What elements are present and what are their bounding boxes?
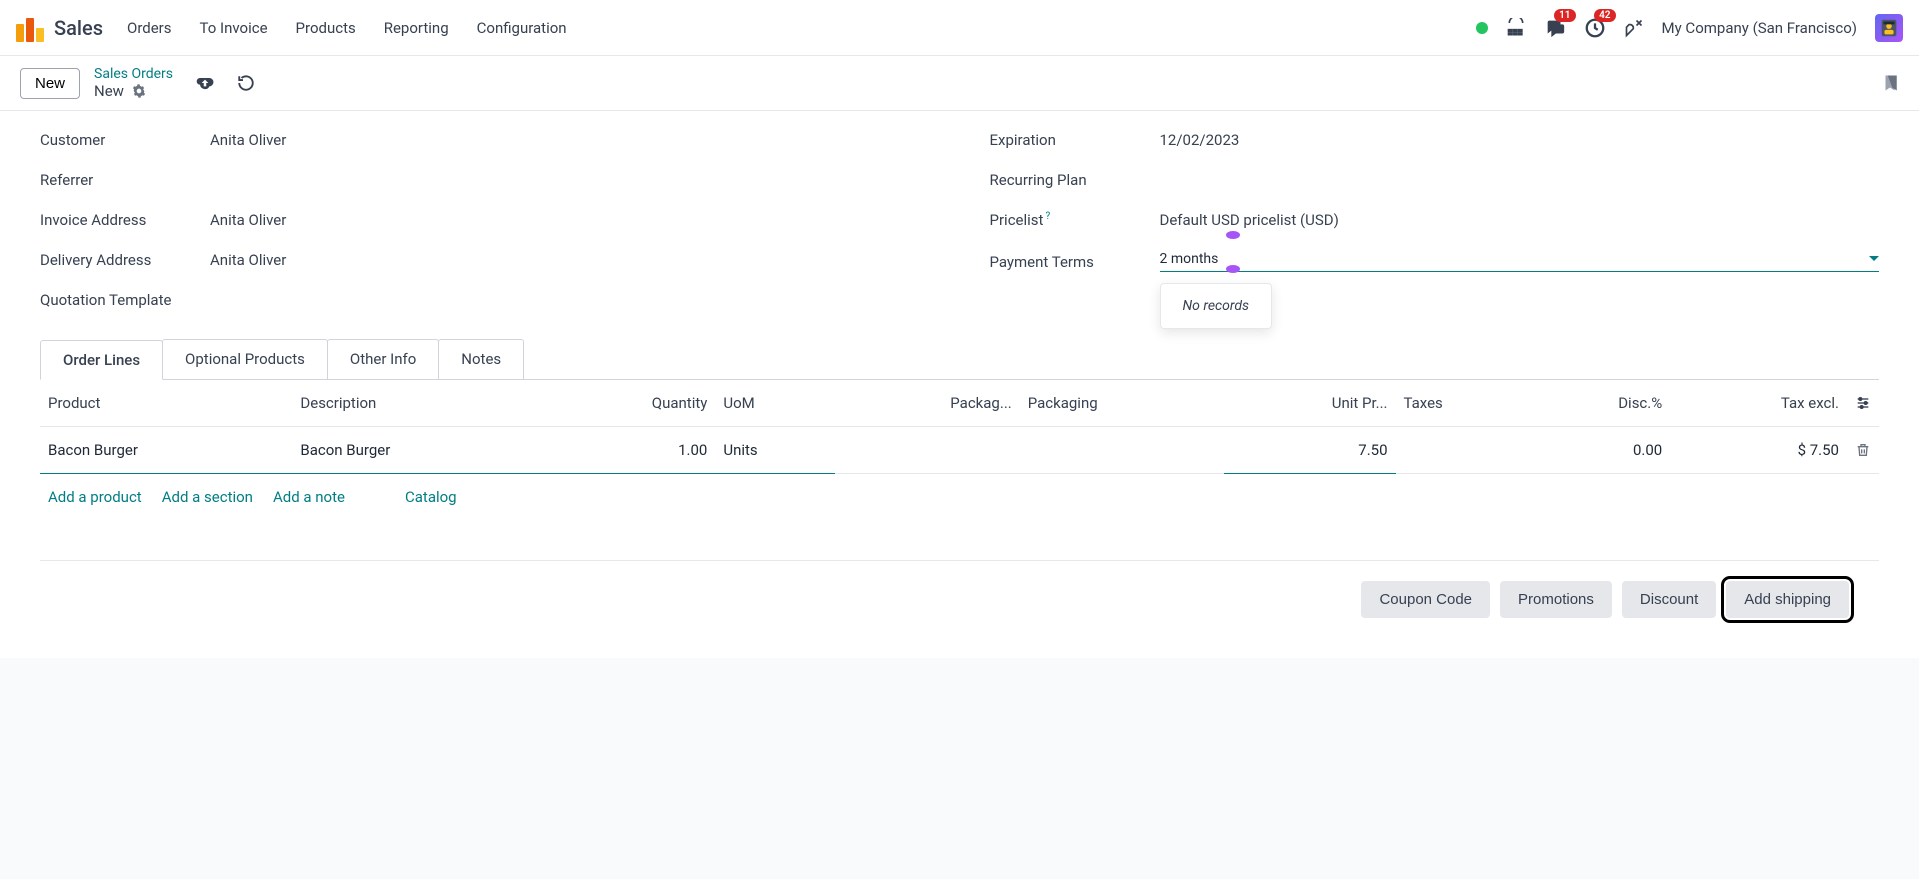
status-indicator[interactable] [1476,22,1488,34]
col-uom[interactable]: UoM [715,380,835,427]
discount-button[interactable]: Discount [1622,581,1716,618]
add-section-link[interactable]: Add a section [162,488,253,506]
company-selector[interactable]: My Company (San Francisco) [1662,19,1857,37]
messages-icon[interactable]: 11 [1544,17,1566,39]
expiration-value[interactable]: 12/02/2023 [1160,131,1880,149]
cell-quantity[interactable]: 1.00 [545,427,716,474]
form-right-col: Expiration 12/02/2023 Recurring Plan Pri… [990,131,1880,309]
quotation-template-label: Quotation Template [40,291,210,309]
delivery-address-value[interactable]: Anita Oliver [210,251,930,269]
catalog-link[interactable]: Catalog [405,488,457,506]
payment-terms-value: 2 months [1160,251,1219,267]
cell-packag[interactable] [835,427,1020,474]
topbar: Sales Orders To Invoice Products Reporti… [0,0,1919,56]
nav-menu: Orders To Invoice Products Reporting Con… [127,19,567,37]
cell-description[interactable]: Bacon Burger [292,427,544,474]
delivery-address-label: Delivery Address [40,251,210,269]
undo-icon[interactable] [237,74,255,92]
col-quantity[interactable]: Quantity [545,380,716,427]
dropdown-no-records: No records [1183,298,1250,314]
form-area: Customer Anita Oliver Referrer Invoice A… [0,111,1919,658]
col-taxes[interactable]: Taxes [1396,380,1528,427]
col-description[interactable]: Description [292,380,544,427]
payment-terms-dropdown[interactable]: No records [1160,283,1273,329]
col-settings-icon[interactable] [1847,380,1879,427]
pricelist-label: Pricelist? [990,211,1160,229]
invoice-address-label: Invoice Address [40,211,210,229]
decoration-icon [1226,231,1240,239]
col-product[interactable]: Product [40,380,292,427]
new-button[interactable]: New [20,68,80,99]
nav-to-invoice[interactable]: To Invoice [200,19,268,37]
order-lines-table: Product Description Quantity UoM Packag.… [40,380,1879,474]
customer-value[interactable]: Anita Oliver [210,131,930,149]
help-icon[interactable]: ? [1045,211,1050,222]
activities-icon[interactable]: 42 [1584,17,1606,39]
form-left-col: Customer Anita Oliver Referrer Invoice A… [40,131,930,309]
add-shipping-button[interactable]: Add shipping [1726,581,1849,618]
customer-label: Customer [40,131,210,149]
coupon-code-button[interactable]: Coupon Code [1361,581,1490,618]
cloud-save-icon[interactable] [195,73,215,93]
nav-orders[interactable]: Orders [127,19,172,37]
expiration-label: Expiration [990,131,1160,149]
app-name[interactable]: Sales [54,16,103,40]
cell-packaging[interactable] [1020,427,1225,474]
cell-unit-price[interactable]: 7.50 [1224,427,1395,474]
caret-down-icon [1869,254,1879,264]
tabs: Order Lines Optional Products Other Info… [40,339,1879,380]
table-row[interactable]: Bacon Burger Bacon Burger 1.00 Units 7.5… [40,427,1879,474]
bookmark-icon[interactable] [1881,72,1899,94]
nav-products[interactable]: Products [296,19,356,37]
tab-optional-products[interactable]: Optional Products [162,339,328,379]
tab-notes[interactable]: Notes [438,339,524,379]
cell-tax-excl: $ 7.50 [1670,427,1847,474]
breadcrumb-sales-orders[interactable]: Sales Orders [94,66,173,82]
cell-disc[interactable]: 0.00 [1527,427,1670,474]
app-logo[interactable] [16,14,44,42]
col-tax-excl[interactable]: Tax excl. [1670,380,1847,427]
add-row: Add a product Add a section Add a note C… [40,474,1879,520]
referrer-label: Referrer [40,171,210,189]
gear-icon[interactable] [132,84,146,98]
breadcrumb-current: New [94,82,173,100]
subheader: New Sales Orders New [0,56,1919,111]
col-disc[interactable]: Disc.% [1527,380,1670,427]
payment-terms-label: Payment Terms [990,253,1160,271]
pricelist-value[interactable]: Default USD pricelist (USD) [1160,211,1880,229]
col-packaging[interactable]: Packaging [1020,380,1225,427]
col-unit-price[interactable]: Unit Pr... [1224,380,1395,427]
delete-row-icon[interactable] [1847,427,1879,474]
tab-other-info[interactable]: Other Info [327,339,439,379]
add-note-link[interactable]: Add a note [273,488,345,506]
user-avatar[interactable] [1875,14,1903,42]
tab-order-lines[interactable]: Order Lines [40,340,163,380]
topbar-right: 11 42 My Company (San Francisco) [1476,14,1903,42]
recurring-plan-label: Recurring Plan [990,171,1160,189]
nav-configuration[interactable]: Configuration [477,19,567,37]
cell-uom[interactable]: Units [715,427,835,474]
nav-reporting[interactable]: Reporting [384,19,449,37]
payment-terms-select[interactable]: 2 months No records [1160,251,1880,272]
cell-taxes[interactable] [1396,427,1528,474]
add-product-link[interactable]: Add a product [48,488,142,506]
footer-buttons: Coupon Code Promotions Discount Add ship… [40,560,1879,638]
promotions-button[interactable]: Promotions [1500,581,1612,618]
invoice-address-value[interactable]: Anita Oliver [210,211,930,229]
cell-product[interactable]: Bacon Burger [40,427,292,474]
phone-icon[interactable] [1506,18,1526,38]
col-packag[interactable]: Packag... [835,380,1020,427]
breadcrumb: Sales Orders New [94,66,173,100]
tools-icon[interactable] [1624,18,1644,38]
messages-badge: 11 [1554,9,1575,22]
breadcrumb-current-text: New [94,82,124,100]
decoration-icon [1226,265,1240,273]
activities-badge: 42 [1594,9,1615,22]
